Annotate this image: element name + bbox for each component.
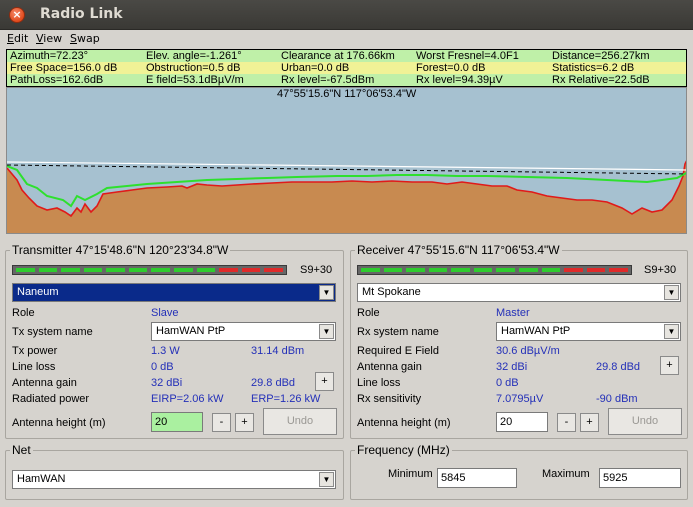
menu-view[interactable]: View bbox=[36, 32, 62, 45]
receiver-title: Receiver 47°55'15.6"N 117°06'53.4"W bbox=[355, 243, 562, 257]
tx-power-dbm: 31.14 dBm bbox=[251, 345, 305, 357]
rx-sensitivity-dbm: -90 dBm bbox=[596, 393, 638, 405]
rx-system-select[interactable]: HamWAN PtP ▼ bbox=[496, 322, 681, 341]
chevron-down-icon[interactable]: ▼ bbox=[319, 285, 334, 300]
rx-sensitivity-label: Rx sensitivity bbox=[357, 393, 422, 405]
net-title: Net bbox=[10, 443, 33, 457]
info-free-space: Free Space=156.0 dB bbox=[10, 62, 118, 74]
rx-sensitivity-uv: 7.0795µV bbox=[496, 393, 544, 405]
tx-role-value: Slave bbox=[151, 307, 179, 319]
tx-height-increment-button[interactable]: + bbox=[235, 413, 254, 432]
tx-eirp: EIRP=2.06 kW bbox=[151, 393, 224, 405]
rx-gain-dbi: 32 dBi bbox=[496, 361, 528, 373]
info-urban: Urban=0.0 dB bbox=[281, 62, 350, 74]
tx-site-select[interactable]: Naneum ▼ bbox=[12, 283, 336, 302]
rx-site-select[interactable]: Mt Spokane ▼ bbox=[357, 283, 681, 302]
rx-height-increment-button[interactable]: + bbox=[580, 413, 599, 432]
tx-loss-label: Line loss bbox=[12, 361, 56, 373]
info-worst-fresnel: Worst Fresnel=4.0F1 bbox=[416, 50, 519, 62]
tx-role-label: Role bbox=[12, 307, 35, 319]
tx-power-label: Tx power bbox=[12, 345, 58, 357]
info-obstruction: Obstruction=0.5 dB bbox=[146, 62, 241, 74]
terrain-profile-graphic bbox=[7, 160, 686, 233]
tx-power-w: 1.3 W bbox=[151, 345, 180, 357]
frequency-title: Frequency (MHz) bbox=[355, 443, 452, 457]
tx-height-input[interactable]: 20 bbox=[151, 412, 203, 432]
chevron-down-icon[interactable]: ▼ bbox=[319, 324, 334, 339]
info-forest: Forest=0.0 dB bbox=[416, 62, 486, 74]
info-azimuth: Azimuth=72.23° bbox=[10, 50, 89, 62]
frequency-group: Frequency (MHz) Minimum 5845 Maximum 592… bbox=[350, 443, 688, 500]
title-bar: × Radio Link bbox=[0, 0, 693, 30]
rx-system-label: Rx system name bbox=[357, 326, 439, 338]
link-info-panel: Azimuth=72.23° Elev. angle=-1.261° Clear… bbox=[6, 49, 687, 87]
rx-height-input[interactable]: 20 bbox=[496, 412, 548, 432]
tx-height-decrement-button[interactable]: - bbox=[212, 413, 231, 432]
info-rx-level-uv: Rx level=94.39µV bbox=[416, 74, 503, 86]
rx-gain-label: Antenna gain bbox=[357, 361, 422, 373]
tx-erp: ERP=1.26 kW bbox=[251, 393, 321, 405]
chevron-down-icon[interactable]: ▼ bbox=[664, 285, 679, 300]
info-rx-level-dbm: Rx level=-67.5dBm bbox=[281, 74, 375, 86]
tx-loss-value: 0 dB bbox=[151, 361, 174, 373]
rx-gain-dbd: 29.8 dBd bbox=[596, 361, 641, 373]
rx-height-label: Antenna height (m) bbox=[357, 417, 451, 429]
tx-system-select[interactable]: HamWAN PtP ▼ bbox=[151, 322, 336, 341]
frequency-min-label: Minimum bbox=[388, 468, 433, 480]
info-path-loss: PathLoss=162.6dB bbox=[10, 74, 104, 86]
rx-field-label: Required E Field bbox=[357, 345, 439, 357]
rx-loss-value: 0 dB bbox=[496, 377, 519, 389]
tx-system-value: HamWAN PtP bbox=[156, 325, 226, 337]
menu-swap[interactable]: Swap bbox=[70, 32, 100, 45]
tx-signal-meter bbox=[12, 265, 287, 275]
tx-gain-label: Antenna gain bbox=[12, 377, 77, 389]
tx-signal-label: S9+30 bbox=[300, 264, 333, 276]
transmitter-group: Transmitter 47°15'48.6"N 120°23'34.8"W S… bbox=[5, 243, 344, 439]
rx-role-value: Master bbox=[496, 307, 530, 319]
rx-field-value: 30.6 dBµV/m bbox=[496, 345, 560, 357]
terrain-fill bbox=[7, 162, 686, 233]
tx-gain-dbi: 32 dBi bbox=[151, 377, 183, 389]
rx-system-value: HamWAN PtP bbox=[501, 325, 571, 337]
tx-height-label: Antenna height (m) bbox=[12, 417, 106, 429]
tx-site-value: Naneum bbox=[17, 286, 59, 298]
frequency-max-label: Maximum bbox=[542, 468, 590, 480]
info-clearance: Clearance at 176.66km bbox=[281, 50, 395, 62]
rx-signal-meter bbox=[357, 265, 632, 275]
rx-loss-label: Line loss bbox=[357, 377, 401, 389]
net-value: HamWAN bbox=[17, 473, 66, 485]
receiver-group: Receiver 47°55'15.6"N 117°06'53.4"W S9+3… bbox=[350, 243, 688, 439]
rx-role-label: Role bbox=[357, 307, 380, 319]
chevron-down-icon[interactable]: ▼ bbox=[319, 472, 334, 487]
frequency-min-input[interactable]: 5845 bbox=[437, 468, 517, 488]
fresnel-upper bbox=[7, 161, 686, 171]
tx-gain-dbd: 29.8 dBd bbox=[251, 377, 296, 389]
tx-system-label: Tx system name bbox=[12, 326, 93, 338]
rx-gain-add-button[interactable]: + bbox=[660, 356, 679, 375]
info-rx-relative: Rx Relative=22.5dB bbox=[552, 74, 650, 86]
menu-edit[interactable]: Edit bbox=[7, 32, 28, 45]
net-group: Net HamWAN ▼ bbox=[5, 443, 344, 500]
tx-radiated-label: Radiated power bbox=[12, 393, 90, 405]
info-distance: Distance=256.27km bbox=[552, 50, 650, 62]
rx-signal-label: S9+30 bbox=[644, 264, 677, 276]
terrain-profile[interactable] bbox=[6, 87, 687, 234]
window-title: Radio Link bbox=[40, 6, 123, 22]
info-elev-angle: Elev. angle=-1.261° bbox=[146, 50, 242, 62]
close-icon[interactable]: × bbox=[9, 7, 25, 23]
info-statistics: Statistics=6.2 dB bbox=[552, 62, 635, 74]
cursor-coordinate: 47°55'15.6"N 117°06'53.4"W bbox=[277, 88, 417, 100]
frequency-max-input[interactable]: 5925 bbox=[599, 468, 681, 488]
rx-height-decrement-button[interactable]: - bbox=[557, 413, 576, 432]
tx-undo-button[interactable]: Undo bbox=[263, 408, 337, 435]
rx-site-value: Mt Spokane bbox=[362, 286, 421, 298]
transmitter-title: Transmitter 47°15'48.6"N 120°23'34.8"W bbox=[10, 243, 231, 257]
menu-bar: Edit View Swap bbox=[0, 30, 693, 48]
info-e-field: E field=53.1dBµV/m bbox=[146, 74, 244, 86]
rx-undo-button[interactable]: Undo bbox=[608, 408, 682, 435]
tx-gain-add-button[interactable]: + bbox=[315, 372, 334, 391]
chevron-down-icon[interactable]: ▼ bbox=[664, 324, 679, 339]
net-select[interactable]: HamWAN ▼ bbox=[12, 470, 336, 489]
